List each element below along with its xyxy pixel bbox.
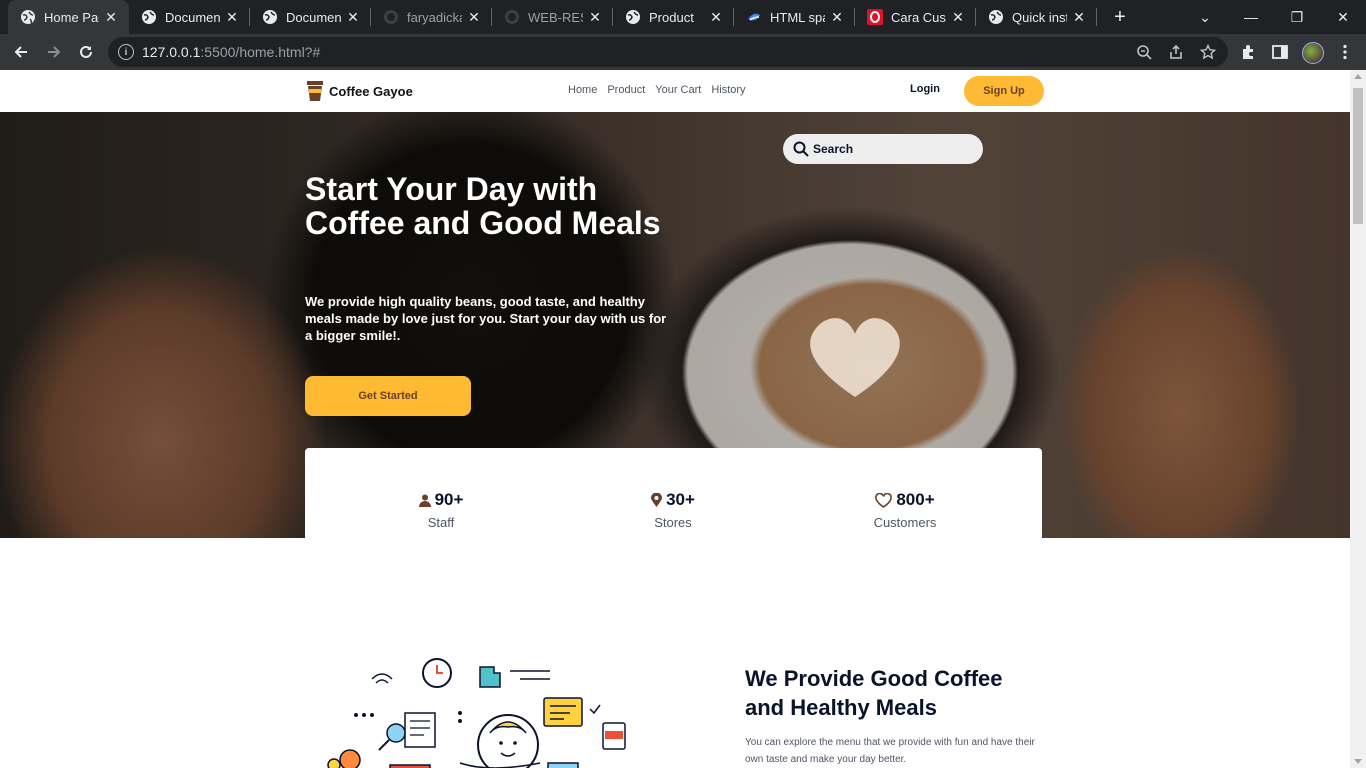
html-span-icon [746,9,762,25]
profile-avatar[interactable] [1302,42,1324,64]
stat-label: Stores [654,515,692,530]
latte-art-heart [810,318,900,397]
zoom-icon[interactable] [1136,44,1152,60]
globe-icon [988,9,1004,25]
stat-value: 30+ [666,490,695,509]
share-icon[interactable] [1168,44,1184,60]
github-icon [504,9,520,25]
tab-web-resp[interactable]: WEB-RESP ✕ [492,0,613,34]
get-started-button[interactable]: Get Started [305,376,471,416]
hero-title: Start Your Day with Coffee and Good Meal… [305,171,661,241]
close-icon[interactable]: ✕ [708,9,724,25]
coffee-cup-icon [307,81,323,101]
person-icon [418,494,431,507]
tab-html-span[interactable]: HTML span ✕ [734,0,855,34]
globe-icon [20,9,36,25]
site-navbar: Coffee Gayoe Home Product Your Cart Hist… [0,70,1350,112]
nav-history[interactable]: History [711,84,745,96]
page-scrollbar[interactable] [1350,70,1366,768]
window-close-icon[interactable]: ✕ [1320,0,1366,34]
tab-title: Quick insta [1012,9,1067,25]
about-text: You can explore the menu that we provide… [745,737,1035,765]
extensions-puzzle-icon[interactable] [1240,43,1258,61]
back-arrow-icon[interactable] [7,38,35,66]
tab-title: Document [165,9,220,25]
tab-title: Product [649,9,694,25]
nav-product[interactable]: Product [607,84,645,96]
tab-title: Document [286,9,341,25]
scroll-thumb[interactable] [1353,88,1363,224]
new-tab-plus-icon[interactable]: + [1108,5,1132,29]
stat-value: 800+ [896,490,935,509]
brand-logo[interactable]: Coffee Gayoe [305,80,413,102]
login-link[interactable]: Login [910,83,940,95]
team-work-illustration [327,658,626,768]
forward-arrow-icon[interactable] [40,38,68,66]
tab-cara-custo[interactable]: Cara Custo ✕ [855,0,976,34]
tab-document-1[interactable]: Document ✕ [129,0,250,34]
close-icon[interactable]: ✕ [103,9,119,25]
side-panel-icon[interactable] [1271,43,1289,61]
web-page: Coffee Gayoe Home Product Your Cart Hist… [0,70,1350,768]
url-text: 127.0.0.1:5500/home.html?# [142,44,321,60]
stat-label: Customers [873,515,937,530]
restore-icon[interactable]: ❐ [1274,0,1320,34]
tab-product[interactable]: Product ✕ [613,0,734,34]
scroll-down-arrow-icon[interactable] [1354,759,1362,764]
close-icon[interactable]: ✕ [466,9,482,25]
brand-name: Coffee Gayoe [329,83,413,99]
scroll-up-arrow-icon[interactable] [1354,74,1362,79]
sign-up-button[interactable]: Sign Up [964,76,1044,106]
close-icon[interactable]: ✕ [950,9,966,25]
tab-document-2[interactable]: Document ✕ [250,0,371,34]
tab-faryadicka[interactable]: faryadicka ✕ [371,0,492,34]
reload-icon[interactable] [72,38,100,66]
tab-title: Home Page [44,9,99,25]
main-nav: Home Product Your Cart History [568,84,746,96]
opera-icon [867,9,883,25]
close-icon[interactable]: ✕ [587,9,603,25]
search-icon [793,141,809,157]
more-menu-icon[interactable] [1336,43,1354,61]
tab-strip: Home Page ✕ Document ✕ Document ✕ faryad… [0,0,1366,34]
location-pin-icon [651,493,663,507]
tab-search-chevron-icon[interactable]: ⌄ [1182,0,1228,34]
nav-your-cart[interactable]: Your Cart [655,84,701,96]
about-title: We Provide Good Coffee and Healthy Meals [745,666,1003,720]
minimize-icon[interactable]: — [1228,0,1274,34]
heart-icon [875,492,893,508]
close-icon[interactable]: ✕ [345,9,361,25]
nav-home[interactable]: Home [568,84,597,96]
tab-title: WEB-RESP [528,9,583,25]
bookmark-star-icon[interactable] [1199,43,1217,60]
stat-customers: 800+ Customers [825,490,985,530]
stat-staff: 90+ Staff [361,490,521,530]
stat-stores: 30+ Stores [593,490,753,530]
globe-icon [262,9,278,25]
close-icon[interactable]: ✕ [224,9,240,25]
close-icon[interactable]: ✕ [829,9,845,25]
github-icon [383,9,399,25]
stat-value: 90+ [434,490,464,509]
tab-title: faryadicka [407,9,462,25]
stat-label: Staff [427,515,455,530]
browser-toolbar: i 127.0.0.1:5500/home.html?# [0,34,1366,70]
tab-quick-insta[interactable]: Quick insta ✕ [976,0,1097,34]
site-info-icon[interactable]: i [118,44,134,60]
close-icon[interactable]: ✕ [1071,9,1087,25]
search-input[interactable] [813,142,973,156]
tab-home-page[interactable]: Home Page ✕ [8,0,129,34]
stats-card: 90+ Staff 30+ Stores 800+ Customers [305,448,1042,548]
address-bar[interactable]: i 127.0.0.1:5500/home.html?# [108,37,1228,67]
about-section: We Provide Good Coffee and Healthy Meals… [0,538,1350,768]
globe-icon [625,9,641,25]
tab-title: Cara Custo [891,9,946,25]
tab-title: HTML span [770,9,825,25]
hero-subtitle: We provide high quality beans, good tast… [305,294,667,343]
globe-icon [141,9,157,25]
search-bar[interactable] [783,134,983,164]
